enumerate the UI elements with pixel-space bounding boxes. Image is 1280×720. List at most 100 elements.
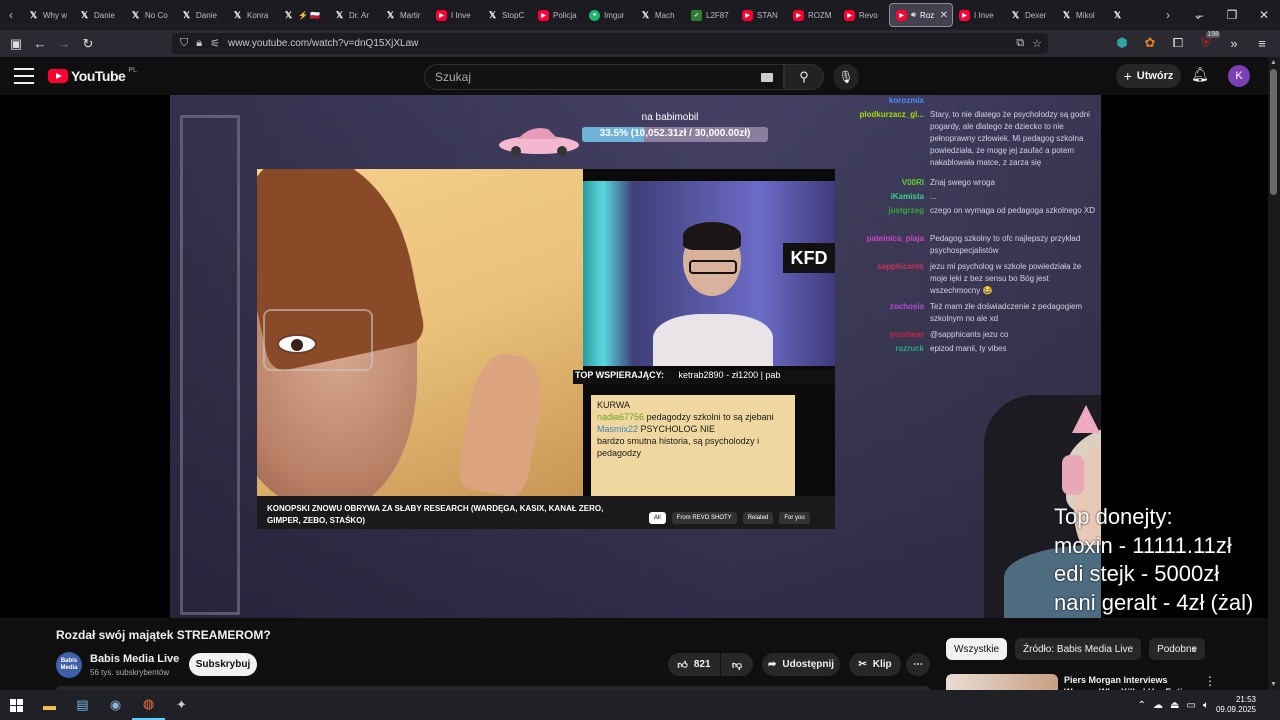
browser-tab[interactable]: 𝕏 Danie [73, 3, 124, 27]
browser-tab[interactable]: ● Imgur [583, 3, 634, 27]
browser-tab[interactable]: 𝕏 StopC [481, 3, 532, 27]
voice-search-icon[interactable]: 🎙︎ [833, 64, 859, 90]
browser-tab[interactable]: ▶ I Inve [430, 3, 481, 27]
menu-icon[interactable]: ≡ [1250, 31, 1274, 55]
browser-tab[interactable]: 𝕏 Martir [379, 3, 430, 27]
browser-tab[interactable]: 𝕏 [1106, 3, 1157, 27]
permissions-icon[interactable]: ⚟ [210, 37, 220, 50]
app-icon[interactable]: ✦ [165, 690, 198, 720]
filter-chip[interactable]: Wszystkie [946, 638, 1007, 660]
page-scrollbar[interactable]: ▲ ▼ [1268, 57, 1280, 690]
browser-tab[interactable]: ▶ ROZM [787, 3, 838, 27]
browser-tab[interactable]: ✓ L2F87 [685, 3, 736, 27]
firefox-icon[interactable]: ◍ [132, 690, 165, 720]
guide-menu-icon[interactable] [14, 68, 34, 84]
ublock-icon[interactable]: ⛨ 198 [1194, 31, 1220, 55]
restore-icon[interactable]: ❐ [1216, 0, 1248, 30]
extension-icon[interactable]: ✿ [1138, 31, 1162, 55]
close-window-icon[interactable]: ✕ [1248, 0, 1280, 30]
speaker-icon[interactable]: 🔊︎ [911, 10, 916, 20]
share-icon: ➦ [767, 659, 777, 670]
monitor-app-icon[interactable]: ▤ [66, 690, 99, 720]
chips-next-icon[interactable]: › [1192, 642, 1196, 656]
top-donates-overlay: Top donejty: moxin - 11111.11zł edi stej… [1054, 503, 1253, 617]
usb-icon[interactable]: ⏏ [1170, 700, 1179, 711]
subscribe-button[interactable]: Subskrybuj [189, 653, 257, 676]
more-actions-icon[interactable]: ⋯ [906, 653, 930, 676]
browser-tab[interactable]: 𝕏 Why w [22, 3, 73, 27]
start-windows-icon[interactable] [0, 690, 33, 720]
browser-tab[interactable]: 𝕏 Dexer [1004, 3, 1055, 27]
channel-avatar[interactable]: Babis Media [56, 652, 82, 678]
browser-tab[interactable]: ▶ Revo [838, 3, 889, 27]
embedded-chat-message: nadia67756 pedagodzy szkolni to są zjeba… [597, 411, 789, 423]
site-favicon-icon: ✓ [691, 9, 702, 21]
filter-chip[interactable]: Źródło: Babis Media Live [1015, 638, 1142, 660]
extensions-puzzle-icon[interactable]: ⧠ [1166, 31, 1190, 55]
channel-name[interactable]: Babis Media Live [90, 653, 179, 665]
create-button[interactable]: + Utwórz [1116, 64, 1181, 88]
browser-tab[interactable]: ▶ 🔊︎ Roz ✕ [889, 3, 953, 27]
browser-tab[interactable]: 𝕏 No Co [124, 3, 175, 27]
share-label: Udostępnij [782, 659, 835, 670]
browser-tab[interactable]: ▶ Policja [532, 3, 583, 27]
file-explorer-icon[interactable]: ▬ [33, 690, 66, 720]
browser-tab[interactable]: ▶ I Inve [953, 3, 1004, 27]
lock-icon[interactable]: 🔒︎ [196, 37, 202, 50]
youtube-logo[interactable]: YouTube PL [48, 67, 137, 84]
scroll-up-icon[interactable]: ▲ [1270, 59, 1277, 66]
recommended-title[interactable]: Piers Morgan Interviews Woman Who Killed… [1064, 674, 1194, 690]
scrollbar-thumb[interactable] [1270, 69, 1277, 195]
like-button[interactable]: 👍︎ 821 [668, 653, 720, 676]
volume-icon[interactable]: 🔈︎ [1203, 700, 1209, 711]
streamer-webcam: KFD [583, 181, 835, 366]
tab-scroll-right-icon[interactable]: › [1157, 0, 1179, 30]
browser-tab[interactable]: 𝕏 Danie [175, 3, 226, 27]
recommended-more-icon[interactable]: ⋮ [1204, 674, 1216, 688]
browser-tab[interactable]: 𝕏 Dr. Ar [328, 3, 379, 27]
browser-tab[interactable]: 𝕏 Konra [226, 3, 277, 27]
browser-toolbar: ▣ ← → ↻ ⛉ 🔒︎ ⚟ www.youtube.com/watch?v=d… [0, 30, 1280, 57]
share-button[interactable]: ➦ Udostępnij [762, 653, 840, 676]
vpn-extension-icon[interactable]: ⬢ [1110, 31, 1134, 55]
embedded-chip: Related [742, 512, 774, 524]
browser-tab[interactable]: 𝕏 Mach [634, 3, 685, 27]
tab-scroll-left-icon[interactable]: ‹ [0, 0, 22, 30]
keyboard-icon[interactable] [761, 73, 773, 82]
scissors-icon: ✂ [858, 659, 867, 670]
browser-tab[interactable]: ▶ STAN [736, 3, 787, 27]
video-player[interactable]: na babimobil 33.5% (10,052.31zł / 30,000… [0, 95, 1268, 618]
overflow-chevron-icon[interactable]: » [1222, 31, 1246, 55]
bookmark-star-icon[interactable]: ☆ [1032, 37, 1042, 50]
chat-username: yourbear [889, 330, 924, 339]
cloud-icon[interactable]: ☁ [1153, 700, 1163, 711]
url-bar[interactable]: ⛉ 🔒︎ ⚟ www.youtube.com/watch?v=dnQ15XjXL… [172, 33, 1048, 54]
dislike-button[interactable]: 👎︎ [721, 653, 753, 676]
chat-text: Znaj swego wroga [930, 178, 995, 187]
url-text[interactable]: www.youtube.com/watch?v=dnQ15XjXLaw [228, 38, 418, 49]
browser-tab[interactable]: 𝕏 Mikol [1055, 3, 1106, 27]
recommended-thumbnail[interactable] [946, 674, 1058, 690]
browser-tab[interactable]: 𝕏 ⚡ 🇵🇱 [277, 3, 328, 27]
notifications-bell-icon[interactable]: 🔔︎ [1191, 66, 1209, 83]
shield-icon[interactable]: ⛉ [180, 37, 188, 50]
close-tab-icon[interactable]: ✕ [940, 10, 948, 21]
tab-label: Roz [920, 10, 935, 20]
search-input[interactable]: Szukaj [424, 64, 784, 90]
scroll-down-icon[interactable]: ▼ [1270, 681, 1277, 688]
minimize-icon[interactable]: – [1184, 0, 1216, 30]
clock[interactable]: 21:53 09.09.2025 [1216, 695, 1256, 715]
reload-icon[interactable]: ↻ [76, 32, 100, 56]
account-avatar[interactable]: K [1228, 65, 1250, 87]
steam-icon[interactable]: ◉ [99, 690, 132, 720]
back-icon[interactable]: ← [28, 32, 52, 56]
sidebar-toggle-icon[interactable]: ▣ [4, 32, 28, 56]
filter-chip[interactable]: Podobne [1149, 638, 1206, 660]
search-button[interactable]: ⚲ [784, 64, 824, 90]
embedded-chat: KURWA nadia67756 pedagodzy szkolni to są … [591, 395, 795, 496]
network-icon[interactable]: ▭ [1187, 700, 1196, 711]
forward-icon[interactable]: → [52, 32, 76, 56]
clip-button[interactable]: ✂ Klip [849, 653, 901, 676]
picture-in-picture-icon[interactable]: ⧉ [1016, 37, 1024, 50]
tray-chevron-icon[interactable]: ⌃ [1138, 700, 1146, 711]
